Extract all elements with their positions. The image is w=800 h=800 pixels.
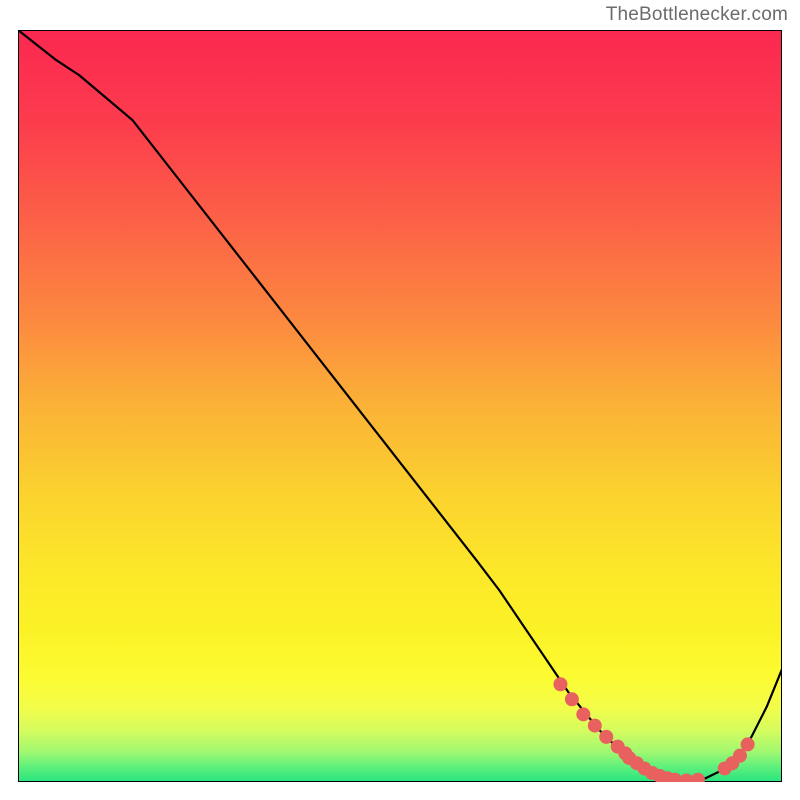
data-marker <box>576 707 590 721</box>
data-marker <box>565 692 579 706</box>
chart-area <box>18 30 782 782</box>
watermark-text: TheBottlenecker.com <box>606 4 788 26</box>
data-marker <box>553 677 567 691</box>
chart-plot <box>18 30 782 782</box>
data-markers <box>553 677 754 782</box>
data-marker <box>691 773 705 782</box>
data-marker <box>741 737 755 751</box>
bottleneck-curve-line <box>18 30 782 781</box>
data-marker <box>588 719 602 733</box>
data-marker <box>599 730 613 744</box>
